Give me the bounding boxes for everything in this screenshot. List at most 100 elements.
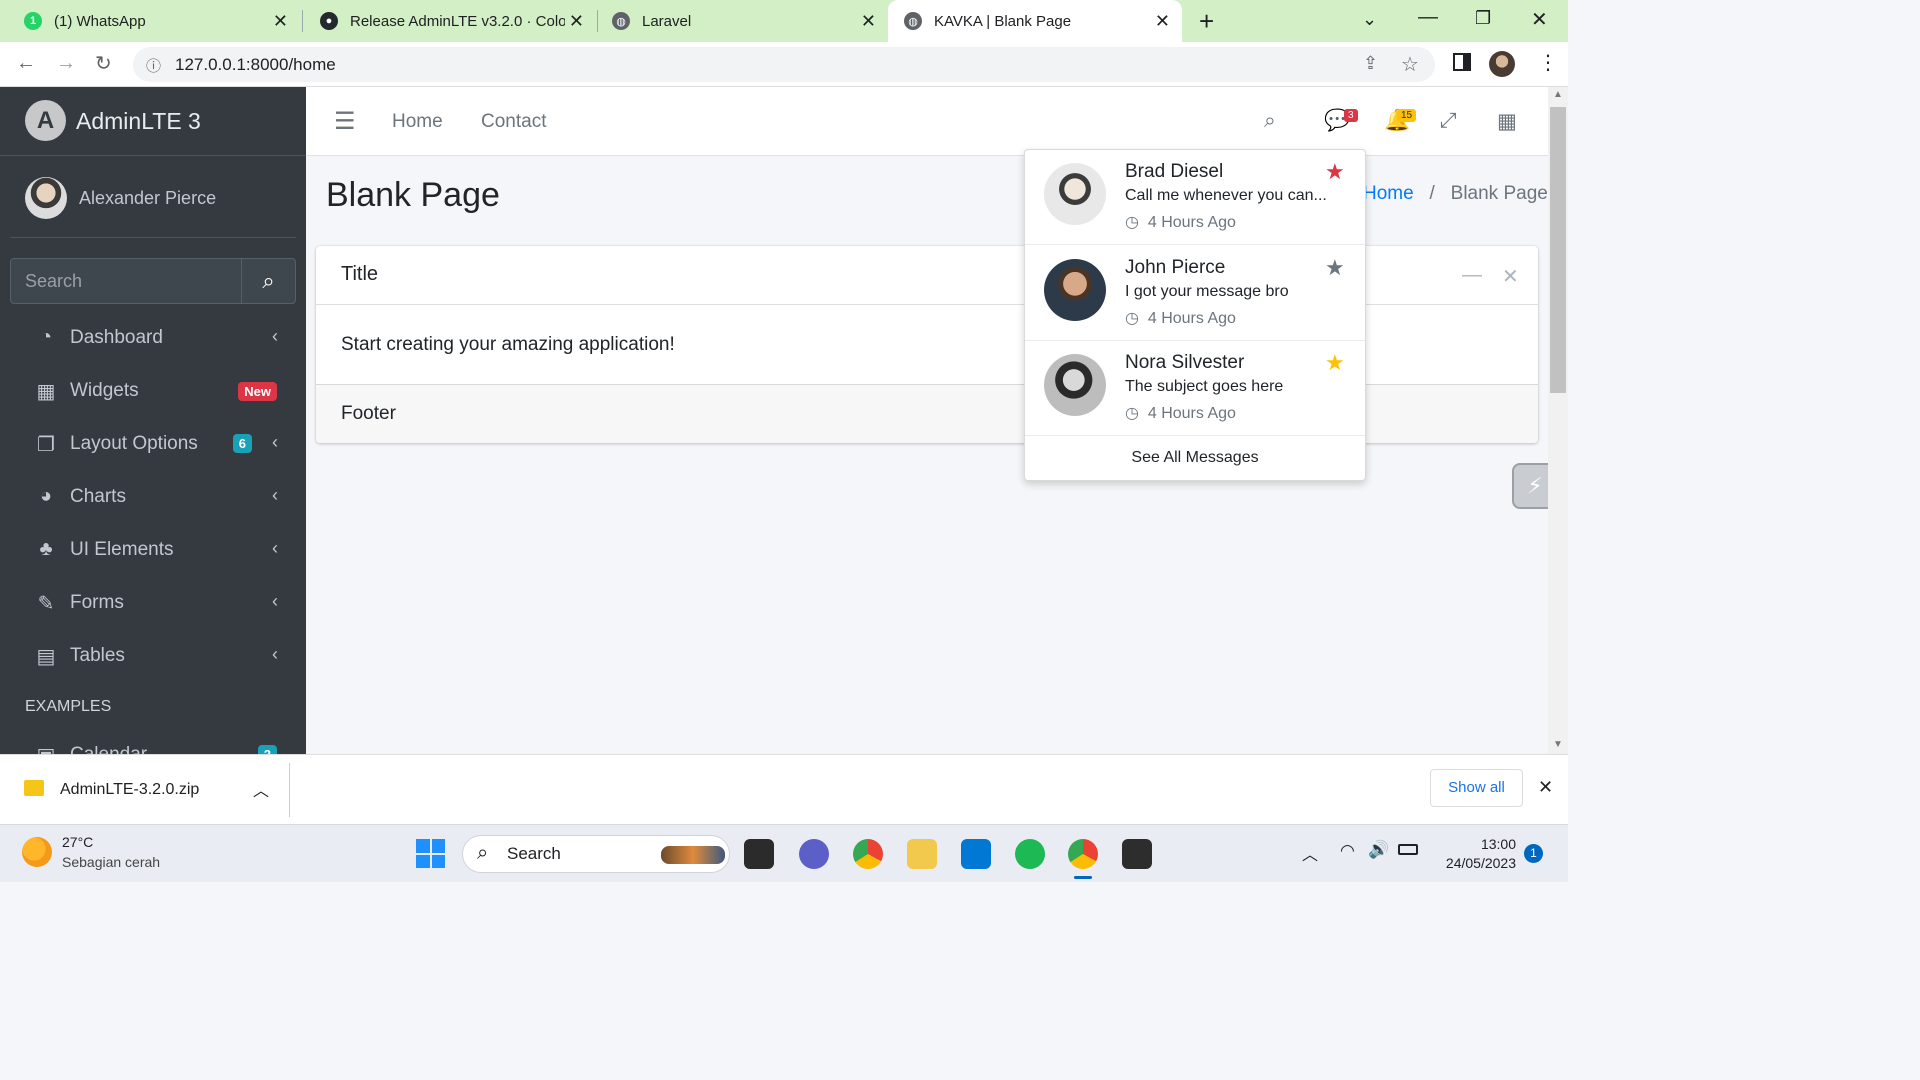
back-icon[interactable]: ← <box>16 52 36 75</box>
tab-search-icon[interactable]: ⌄ <box>1362 9 1377 30</box>
file-explorer-icon[interactable] <box>907 839 937 869</box>
collapse-icon[interactable]: — <box>1462 264 1482 287</box>
message-time-text: 4 Hours Ago <box>1147 405 1236 422</box>
share-icon[interactable]: ⇪ <box>1363 53 1378 74</box>
system-clock[interactable]: 13:00 24/05/2023 <box>1430 835 1516 873</box>
brand-text: AdminLTE 3 <box>76 108 201 134</box>
globe-icon: ◍ <box>904 12 922 30</box>
sidebar-item-label: Widgets <box>70 380 139 401</box>
show-all-button[interactable]: Show all <box>1430 769 1523 807</box>
chevron-up-icon[interactable]: ︿ <box>253 777 269 801</box>
battery-icon[interactable] <box>1398 844 1418 855</box>
user-name[interactable]: Alexander Pierce <box>79 188 216 209</box>
chevron-left-icon: ‹ <box>272 591 278 611</box>
sidebar-item-label: Charts <box>70 486 126 507</box>
new-tab-icon[interactable]: + <box>1199 6 1214 37</box>
scroll-up-arrow-icon[interactable]: ▲ <box>1553 89 1563 100</box>
message-item[interactable]: Nora Silvester The subject goes here ◷ 4… <box>1025 341 1365 436</box>
scrollbar-thumb[interactable] <box>1550 107 1566 393</box>
sidebar-item-ui-elements[interactable]: ♣ UI Elements ‹ <box>10 526 296 574</box>
notification-count-badge[interactable]: 1 <box>1524 844 1543 863</box>
message-sender: Brad Diesel <box>1125 161 1224 182</box>
close-icon[interactable]: ✕ <box>1538 777 1553 798</box>
sidebar-item-widgets[interactable]: ▦ Widgets New <box>10 367 296 415</box>
star-icon[interactable]: ★ <box>1325 159 1345 185</box>
close-tab-icon[interactable]: ✕ <box>569 11 584 32</box>
spotify-icon[interactable] <box>1015 839 1045 869</box>
sidebar-item-tables[interactable]: ▤ Tables ‹ <box>10 632 296 680</box>
weather-icon[interactable] <box>22 837 52 867</box>
star-icon[interactable]: ★ <box>1325 255 1345 281</box>
chevron-up-icon[interactable]: ︿ <box>1302 841 1318 865</box>
download-file-name[interactable]: AdminLTE-3.2.0.zip <box>60 781 199 799</box>
menu-kebab-icon[interactable]: ⋮ <box>1538 50 1558 75</box>
weather-temp: 27°C <box>62 834 94 850</box>
browser-toolbar: ← → ↻ ⓘ 127.0.0.1:8000/home ⇪ ☆ ⋮ <box>0 42 1568 87</box>
nav-link-contact[interactable]: Contact <box>481 111 546 133</box>
sidebar-item-layout-options[interactable]: ❐ Layout Options 6 ‹ <box>10 420 296 468</box>
chrome-icon[interactable] <box>853 839 883 869</box>
fullscreen-icon[interactable]: ⤢ <box>1440 109 1457 133</box>
reload-icon[interactable]: ↻ <box>95 51 112 76</box>
wifi-icon[interactable]: ◠ <box>1340 841 1355 861</box>
sidebar-item-dashboard[interactable]: ◔ Dashboard ‹ <box>10 314 296 362</box>
sidebar-item-label: Forms <box>70 592 124 613</box>
side-panel-icon[interactable] <box>1453 53 1471 71</box>
message-time-text: 4 Hours Ago <box>1147 310 1236 327</box>
main-header: ☰ Home Contact ⌕ 💬 3 🔔 15 ⤢ ▦ <box>306 87 1548 156</box>
site-info-icon[interactable]: ⓘ <box>146 55 161 76</box>
message-item[interactable]: Brad Diesel Call me whenever you can... … <box>1025 150 1365 245</box>
user-panel[interactable]: Alexander Pierce <box>10 156 296 238</box>
messages-dropdown: Brad Diesel Call me whenever you can... … <box>1024 149 1366 481</box>
scroll-down-arrow-icon[interactable]: ▼ <box>1553 739 1563 750</box>
new-badge: New <box>238 382 277 401</box>
bookmark-star-icon[interactable]: ☆ <box>1401 52 1419 77</box>
close-tab-icon[interactable]: ✕ <box>861 11 876 32</box>
address-bar[interactable]: ⓘ 127.0.0.1:8000/home ⇪ ☆ <box>133 47 1435 82</box>
windows-start-icon[interactable] <box>416 839 445 868</box>
message-item[interactable]: John Pierce I got your message bro ◷ 4 H… <box>1025 246 1365 341</box>
search-highlight-image <box>661 846 725 864</box>
forward-icon[interactable]: → <box>56 52 76 75</box>
messages-badge: 3 <box>1344 109 1358 122</box>
sidebar-item-calendar[interactable]: ▣ Calendar 2 <box>10 731 296 754</box>
taskbar-search[interactable]: ⌕ Search <box>462 835 730 873</box>
nav-link-home[interactable]: Home <box>392 111 443 133</box>
volume-icon[interactable]: 🔊 <box>1368 840 1389 860</box>
page-scrollbar[interactable]: ▲ ▼ <box>1548 87 1568 754</box>
minimize-icon[interactable]: — <box>1418 6 1438 29</box>
star-icon[interactable]: ★ <box>1325 350 1345 376</box>
card-footer-text: Footer <box>341 403 396 424</box>
search-icon[interactable]: ⌕ <box>1264 109 1276 133</box>
sidebar-search-button[interactable]: ⌕ <box>241 258 296 304</box>
tab-github[interactable]: ● Release AdminLTE v3.2.0 · Colorli ✕ <box>296 0 596 42</box>
task-view-icon[interactable] <box>744 839 774 869</box>
chrome-profile-icon[interactable] <box>1068 839 1098 869</box>
sidebar-search-input[interactable] <box>10 258 242 304</box>
github-icon: ● <box>320 12 338 30</box>
hamburger-menu-icon[interactable]: ☰ <box>334 107 356 136</box>
close-tab-icon[interactable]: ✕ <box>273 11 288 32</box>
close-window-icon[interactable]: ✕ <box>1531 7 1548 32</box>
close-tab-icon[interactable]: ✕ <box>1155 11 1170 32</box>
teams-chat-icon[interactable] <box>799 839 829 869</box>
close-icon[interactable]: ✕ <box>1502 264 1519 289</box>
downloads-bar: AdminLTE-3.2.0.zip ︿ Show all ✕ <box>0 754 1568 824</box>
sidebar-search: ⌕ <box>10 258 296 304</box>
breadcrumb-home-link[interactable]: Home <box>1363 183 1414 204</box>
sidebar-item-charts[interactable]: ◕ Charts ‹ <box>10 473 296 521</box>
terminal-icon[interactable] <box>1122 839 1152 869</box>
tab-laravel[interactable]: ◍ Laravel ✕ <box>588 0 888 42</box>
restore-icon[interactable]: ❐ <box>1475 8 1491 29</box>
search-icon: ⌕ <box>262 268 275 293</box>
tab-whatsapp[interactable]: 1 (1) WhatsApp ✕ <box>0 0 300 42</box>
sidebar-item-forms[interactable]: ✎ Forms ‹ <box>10 579 296 627</box>
zip-file-icon <box>24 780 44 796</box>
tab-kavka[interactable]: ◍ KAVKA | Blank Page ✕ <box>888 0 1182 42</box>
control-sidebar-icon[interactable]: ▦ <box>1497 109 1517 134</box>
see-all-messages-link[interactable]: See All Messages <box>1025 449 1365 467</box>
vscode-icon[interactable] <box>961 839 991 869</box>
clock-icon: ◷ <box>1125 214 1139 231</box>
profile-avatar-icon[interactable] <box>1489 51 1515 77</box>
brand-link[interactable]: A AdminLTE 3 <box>0 87 306 156</box>
